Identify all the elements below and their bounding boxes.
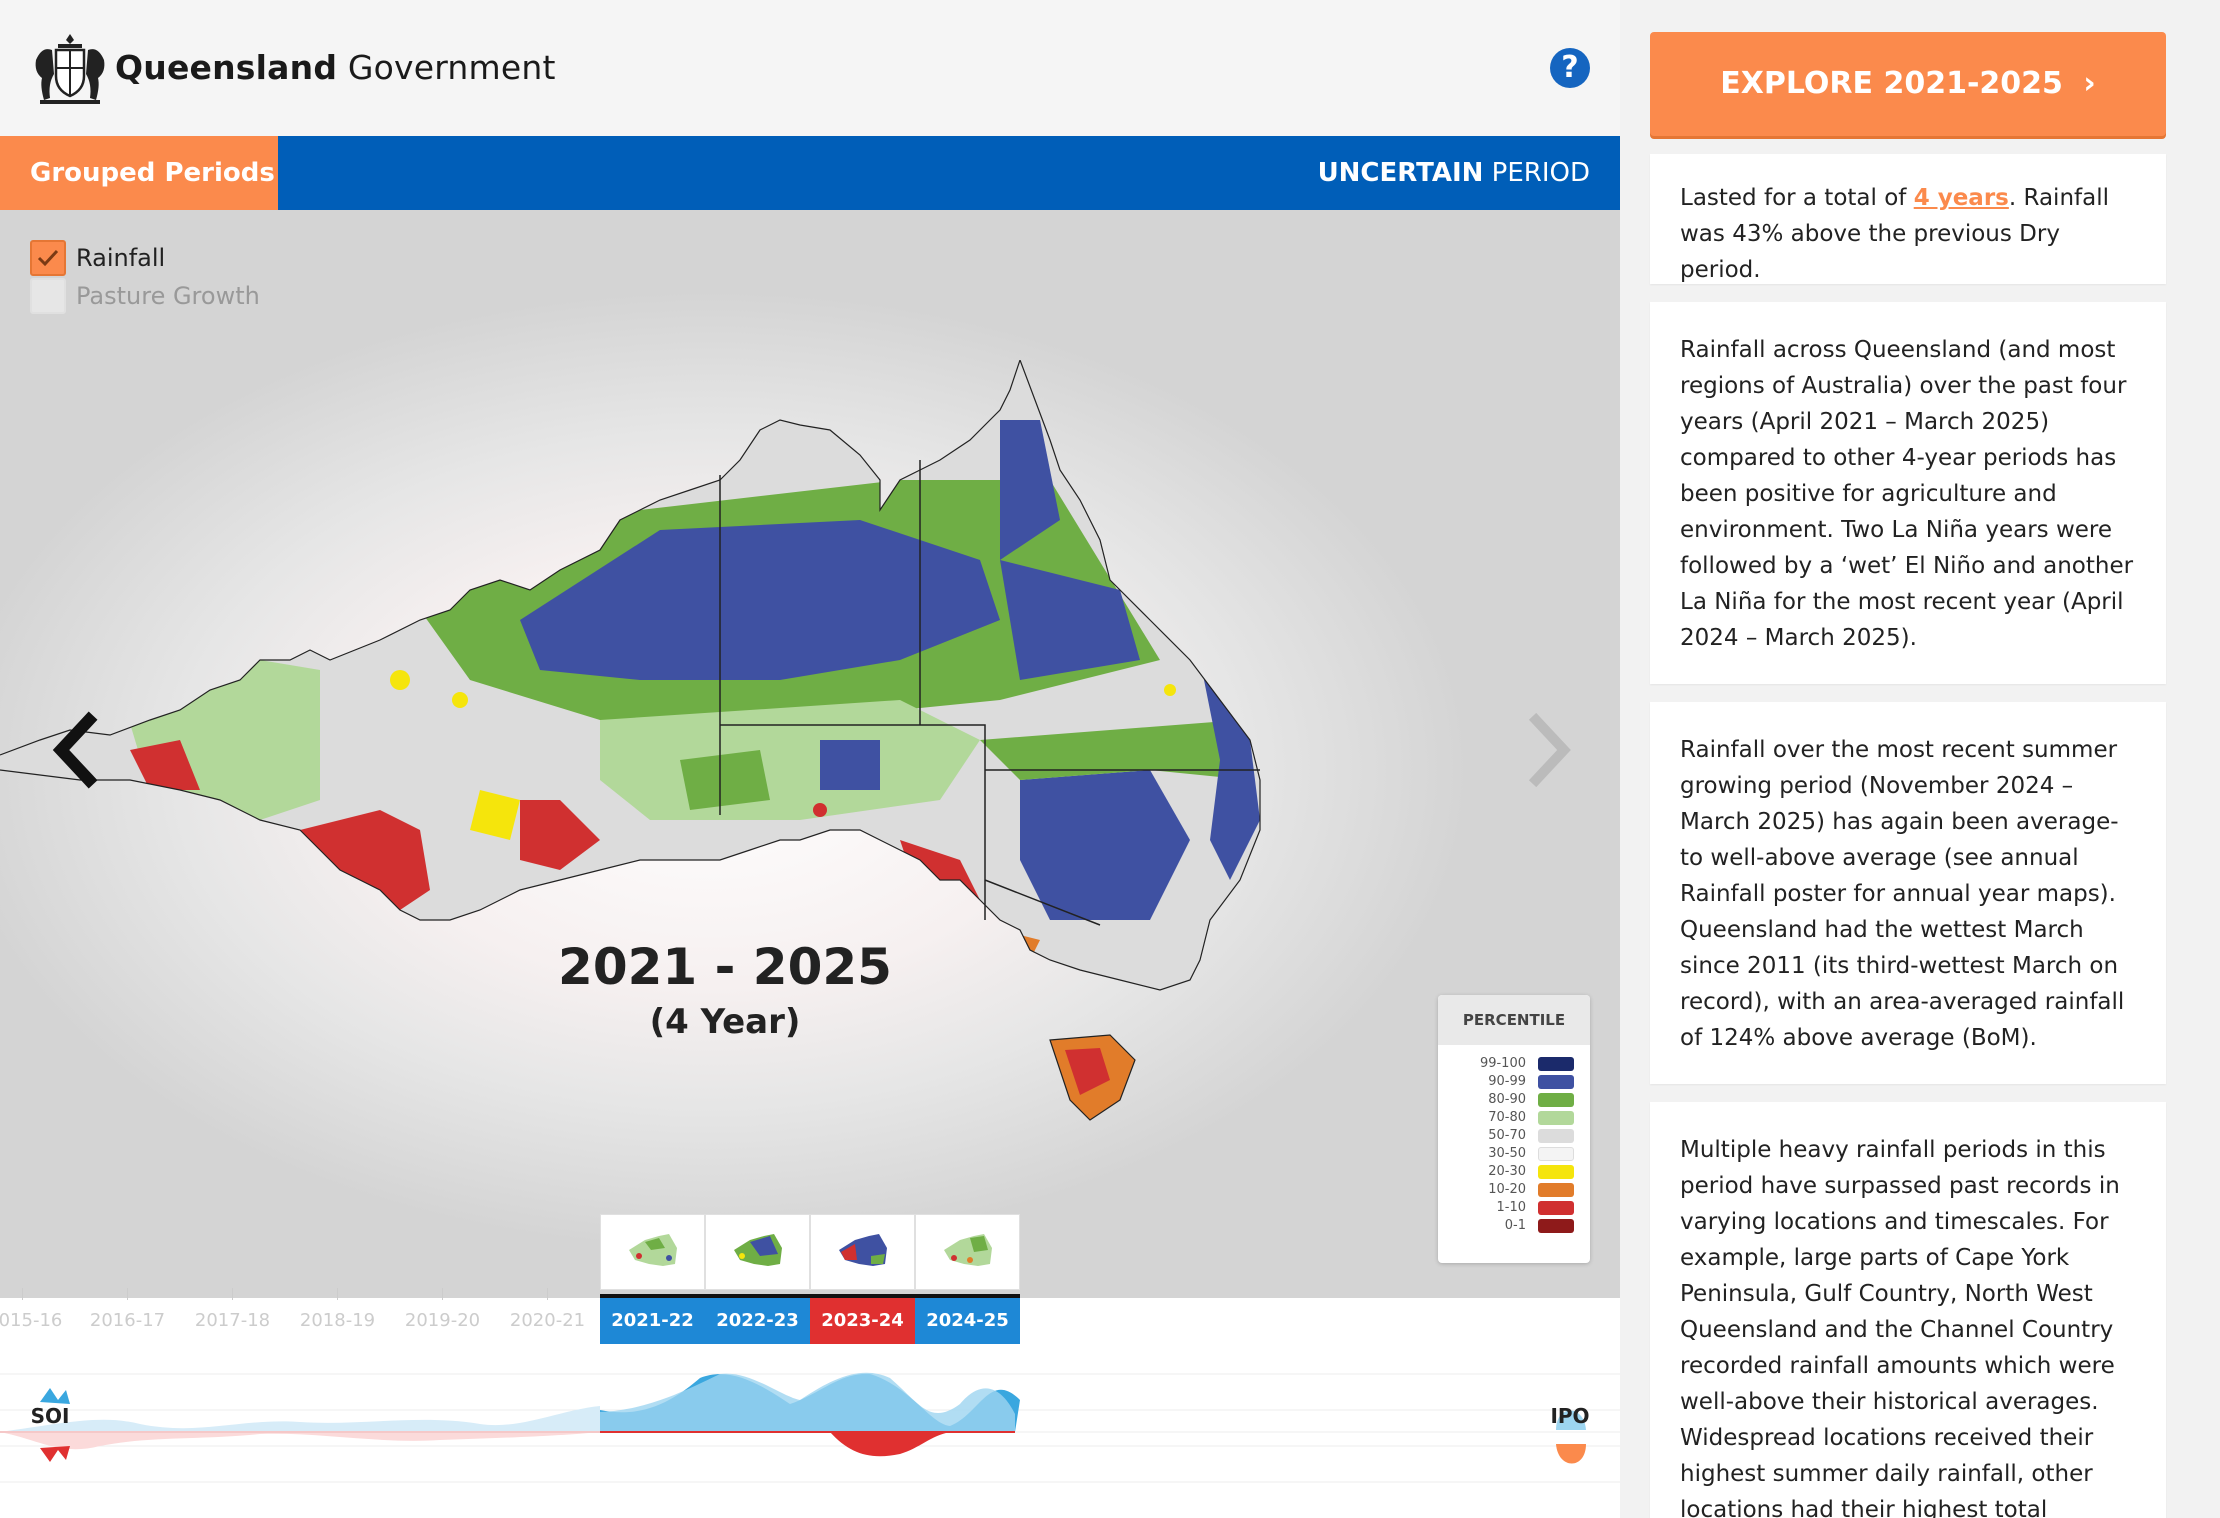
chevron-right-icon: › xyxy=(2083,66,2096,101)
info-card: Rainfall over the most recent summer gro… xyxy=(1650,702,2166,1084)
year-2019-20[interactable]: 2019-20 xyxy=(390,1298,495,1344)
legend-swatch xyxy=(1538,1165,1574,1179)
legend-swatch xyxy=(1538,1129,1574,1143)
legend-swatch xyxy=(1538,1057,1574,1071)
year-2018-19[interactable]: 2018-19 xyxy=(285,1298,390,1344)
brand-regular: Government xyxy=(337,48,556,87)
tab-grouped-periods[interactable]: Grouped Periods xyxy=(0,136,278,210)
legend-label: 10-20 xyxy=(1488,1182,1526,1197)
year-2017-18[interactable]: 2017-18 xyxy=(180,1298,285,1344)
legend-swatch xyxy=(1538,1111,1574,1125)
period-type-bold: UNCERTAIN xyxy=(1317,158,1484,188)
year-2021-22[interactable]: 2021-22 xyxy=(600,1298,705,1344)
map-area: Rainfall Pasture Growth 2021 - 2025 (4 Y… xyxy=(0,210,1620,1298)
legend-label: 90-99 xyxy=(1488,1074,1526,1089)
site-header: Queensland Government ? xyxy=(0,0,1620,136)
year-2015-16[interactable]: 015-16 xyxy=(0,1298,83,1344)
legend-label: 70-80 xyxy=(1488,1110,1526,1125)
info-card: Multiple heavy rainfall periods in this … xyxy=(1650,1102,2166,1518)
mini-map-icon xyxy=(733,1234,782,1266)
year-2023-24[interactable]: 2023-24 xyxy=(810,1298,915,1344)
selected-range-line xyxy=(600,1294,1020,1298)
chevron-right-icon[interactable] xyxy=(1520,710,1580,790)
info-text: Rainfall across Queensland (and most reg… xyxy=(1680,337,2134,651)
map-pane: Queensland Government ? Grouped Periods … xyxy=(0,0,1620,1518)
year-2020-21[interactable]: 2020-21 xyxy=(495,1298,600,1344)
period-title: 2021 - 2025 xyxy=(558,938,892,996)
coat-of-arms-logo xyxy=(35,34,105,104)
year-timeline: 015-16 2016-17 2017-18 2018-19 2019-20 2… xyxy=(0,1288,1620,1344)
period-type-rest: PERIOD xyxy=(1483,158,1590,188)
period-type-label: UNCERTAIN PERIOD xyxy=(1318,136,1590,210)
pasture-checkbox[interactable] xyxy=(30,278,66,314)
year-2016-17[interactable]: 2016-17 xyxy=(75,1298,180,1344)
mini-map-icon xyxy=(628,1234,677,1266)
legend-row: 30-50 xyxy=(1438,1145,1590,1163)
legend-label: 80-90 xyxy=(1488,1092,1526,1107)
legend-swatch xyxy=(1538,1183,1574,1197)
legend-label: 30-50 xyxy=(1488,1146,1526,1161)
legend-swatch xyxy=(1538,1219,1574,1233)
legend-row: 20-30 xyxy=(1438,1163,1590,1181)
info-sidebar: EXPLORE 2021-2025 › Lasted for a total o… xyxy=(1620,0,2220,1518)
mini-map-icon xyxy=(943,1234,992,1266)
chevron-left-icon[interactable] xyxy=(45,710,105,790)
info-card: Rainfall across Queensland (and most reg… xyxy=(1650,302,2166,684)
explore-label: EXPLORE 2021-2025 xyxy=(1720,66,2063,101)
government-name[interactable]: Queensland Government xyxy=(115,48,556,87)
summary-card: Lasted for a total of 4 years. Rainfall … xyxy=(1650,154,2166,284)
legend-row: 1-10 xyxy=(1438,1199,1590,1217)
period-bar: Grouped Periods UNCERTAIN PERIOD xyxy=(0,136,1620,210)
legend-row: 0-1 xyxy=(1438,1217,1590,1235)
info-text: Multiple heavy rainfall periods in this … xyxy=(1680,1137,2120,1518)
checkmark-icon xyxy=(37,249,59,267)
year-2024-25[interactable]: 2024-25 xyxy=(915,1298,1020,1344)
thumbnail-2024-25[interactable] xyxy=(915,1214,1020,1290)
help-icon[interactable]: ? xyxy=(1550,48,1590,88)
brand-bold: Queensland xyxy=(115,48,338,87)
legend-label: 1-10 xyxy=(1496,1200,1526,1215)
legend-row: 99-100 xyxy=(1438,1055,1590,1073)
legend-row: 70-80 xyxy=(1438,1109,1590,1127)
legend-swatch xyxy=(1538,1093,1574,1107)
year-2022-23[interactable]: 2022-23 xyxy=(705,1298,810,1344)
ipo-label: IPO xyxy=(1550,1404,1590,1428)
legend-label: 20-30 xyxy=(1488,1164,1526,1179)
climate-index-panel: SOI IPO xyxy=(0,1344,1620,1518)
legend-swatch xyxy=(1538,1201,1574,1215)
summary-pre: Lasted for a total of xyxy=(1680,185,1914,211)
legend-label: 99-100 xyxy=(1479,1056,1526,1071)
legend-row: 50-70 xyxy=(1438,1127,1590,1145)
thumbnail-2021-22[interactable] xyxy=(600,1214,705,1290)
legend-label: 0-1 xyxy=(1504,1218,1526,1233)
period-subtitle: (4 Year) xyxy=(649,1002,801,1042)
thumbnail-2023-24[interactable] xyxy=(810,1214,915,1290)
pasture-label: Pasture Growth xyxy=(76,282,260,310)
legend-row: 10-20 xyxy=(1438,1181,1590,1199)
mini-map-icon xyxy=(838,1234,887,1266)
duration-link[interactable]: 4 years xyxy=(1914,185,2009,211)
explore-button[interactable]: EXPLORE 2021-2025 › xyxy=(1650,32,2166,136)
soi-ipo-chart xyxy=(0,1344,1620,1518)
thumbnail-2022-23[interactable] xyxy=(705,1214,810,1290)
rainfall-checkbox[interactable] xyxy=(30,240,66,276)
year-thumbnails xyxy=(600,1214,1020,1290)
legend-title: PERCENTILE xyxy=(1438,995,1590,1045)
rainfall-label: Rainfall xyxy=(76,244,166,272)
soi-label: SOI xyxy=(30,1404,70,1428)
rainfall-toggle[interactable]: Rainfall xyxy=(30,240,165,276)
info-text: Rainfall over the most recent summer gro… xyxy=(1680,737,2125,1051)
legend-row: 90-99 xyxy=(1438,1073,1590,1091)
legend-swatch xyxy=(1538,1147,1574,1161)
legend-row: 80-90 xyxy=(1438,1091,1590,1109)
pasture-toggle[interactable]: Pasture Growth xyxy=(30,278,260,314)
percentile-legend: PERCENTILE 99-100 90-99 80-90 70-80 50-7… xyxy=(1438,995,1590,1263)
legend-label: 50-70 xyxy=(1488,1128,1526,1143)
legend-swatch xyxy=(1538,1075,1574,1089)
